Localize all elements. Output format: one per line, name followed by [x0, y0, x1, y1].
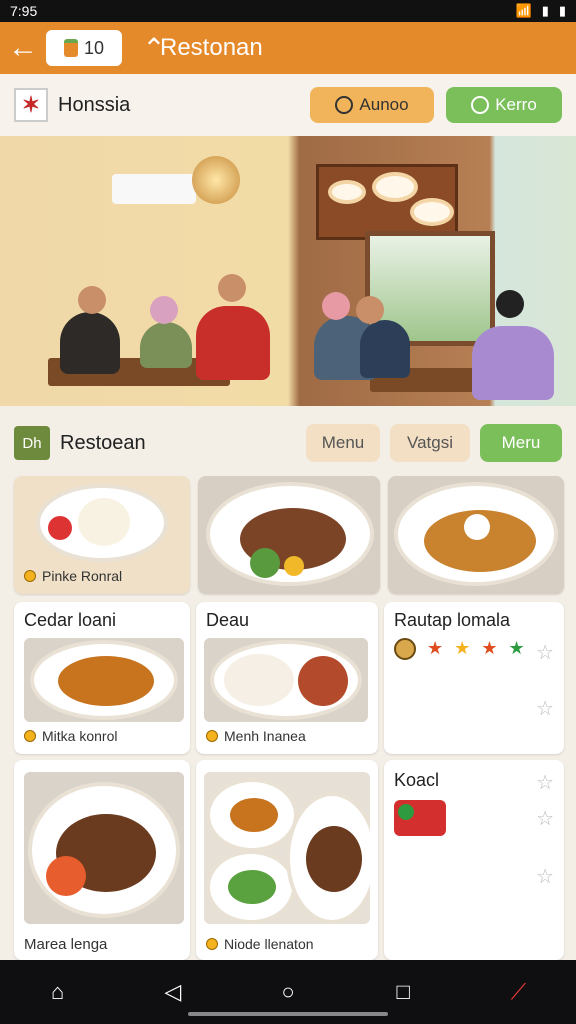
food-card-9-title: Koacl: [394, 770, 440, 790]
diner-2-head: [150, 296, 178, 324]
food-card-7[interactable]: Marea lenga: [14, 760, 190, 960]
home-circle-icon[interactable]: ○: [266, 970, 310, 1014]
system-nav-bar: ⌂ ◁ ○ □ ⟋: [0, 960, 576, 1024]
back-triangle-icon[interactable]: ◁: [151, 970, 195, 1014]
diner-5-head: [356, 296, 384, 324]
chip-kerro-label: Kerro: [495, 95, 537, 114]
restaurant-name: Honssia: [58, 93, 131, 116]
menu-plate-1: [328, 180, 366, 204]
app-bar: ← Restonan 10 ⌃: [0, 22, 576, 74]
diner-1-head: [78, 286, 106, 314]
section-title: Restoean: [60, 431, 146, 454]
food-card-7-image: [24, 772, 184, 924]
food-card-1[interactable]: Pinke Ronral: [14, 476, 190, 594]
wifi-icon: 📶: [515, 3, 532, 18]
home-icon[interactable]: ⌂: [36, 970, 80, 1014]
coin-icon: [206, 730, 218, 742]
chip-aunoo-label: Aunoo: [359, 95, 409, 114]
menu-plate-2: [372, 172, 418, 202]
favorite-star-icon[interactable]: ☆: [536, 770, 554, 795]
coin-icon: [24, 730, 36, 742]
favorite-star-icon[interactable]: ☆: [536, 864, 554, 889]
food-card-5-caption: Menh Inanea: [206, 728, 306, 744]
diner-6-head: [496, 290, 524, 318]
lamp-icon: [192, 156, 240, 204]
back-arrow-icon[interactable]: ←: [0, 22, 46, 74]
recent-apps-icon[interactable]: □: [381, 970, 425, 1014]
beef-plate: [206, 482, 374, 586]
diner-3: [196, 306, 270, 380]
gesture-bar: [188, 1012, 388, 1016]
favorite-star-icon[interactable]: ☆: [536, 640, 554, 665]
cart-count: 10: [83, 37, 105, 58]
diner-6: [472, 326, 554, 400]
hero-image: [0, 136, 576, 406]
star-icon: ★: [427, 638, 444, 658]
food-card-2[interactable]: [198, 476, 380, 594]
air-conditioner-icon: [112, 174, 196, 204]
cart-button[interactable]: 10: [46, 30, 122, 66]
status-icons: 📶 ▮ ▮: [516, 3, 567, 19]
food-card-9[interactable]: Koacl ☆ ☆ ☆: [384, 760, 564, 960]
food-card-5-image: [204, 638, 368, 722]
rating-stars: ★ ★ ★ ★: [394, 638, 531, 661]
pot-icon: [63, 39, 78, 57]
chip-kerro-button[interactable]: Kerro: [446, 87, 562, 123]
medal-icon: [394, 638, 416, 661]
restaurant-header: ✶ Honssia Aunoo Kerro: [0, 74, 576, 136]
food-card-8[interactable]: Niode llenaton: [196, 760, 378, 960]
food-card-8-caption: Niode llenaton: [206, 936, 314, 952]
flag-icon: ✶: [14, 88, 48, 122]
food-grid: Pinke Ronral Cedar loani Mitka konrol De…: [12, 476, 564, 960]
favorite-star-icon[interactable]: ☆: [536, 696, 554, 721]
diner-2: [140, 322, 192, 368]
food-card-4[interactable]: Cedar loani Mitka konrol: [14, 602, 190, 754]
battery-icon: ▮: [558, 3, 566, 18]
food-card-5[interactable]: Deau Menh Inanea: [196, 602, 378, 754]
status-time: 7:95: [10, 3, 38, 19]
star-icon: ★: [508, 638, 525, 658]
star-icon: ★: [481, 638, 498, 658]
diner-1: [60, 312, 120, 374]
chip-aunoo-button[interactable]: Aunoo: [310, 87, 434, 123]
apple-icon: [471, 96, 490, 114]
coin-icon: [206, 938, 218, 950]
app-title: Restonan: [160, 34, 263, 61]
coin-icon: [24, 570, 36, 582]
diner-3-head: [218, 274, 246, 302]
noodle-plate: [394, 482, 558, 586]
food-card-5-title: Deau: [206, 610, 250, 630]
food-card-6[interactable]: Rautap lomala ★ ★ ★ ★ ☆ ☆: [384, 602, 564, 754]
tab-meru[interactable]: Meru: [480, 424, 562, 462]
food-card-3[interactable]: [388, 476, 564, 594]
food-card-7-caption: Marea lenga: [24, 936, 108, 953]
diner-5: [360, 320, 410, 378]
food-card-8-image: [204, 772, 370, 924]
leaf-icon: [335, 96, 354, 114]
app-logo-icon[interactable]: ⟋: [496, 970, 540, 1014]
favorite-star-icon[interactable]: ☆: [536, 806, 554, 831]
food-card-4-image: [24, 638, 184, 722]
diner-4-head: [322, 292, 350, 320]
tab-menu[interactable]: Menu: [306, 424, 380, 462]
restaurant-logo: Dh: [14, 426, 50, 460]
food-card-4-title: Cedar loani: [24, 610, 117, 630]
food-card-1-caption: Pinke Ronral: [24, 568, 122, 584]
section-header: Dh Restoean Menu Vatgsi Meru: [0, 412, 576, 474]
food-card-6-title: Rautap lomala: [394, 610, 511, 630]
star-icon: ★: [454, 638, 471, 658]
status-bar: 7:95 📶 ▮ ▮: [0, 0, 576, 22]
menu-plate-3: [410, 198, 454, 226]
tab-vatgsi[interactable]: Vatgsi: [390, 424, 470, 462]
signal-icon: ▮: [541, 3, 549, 18]
rice-plate: [36, 484, 168, 562]
food-card-4-caption: Mitka konrol: [24, 728, 117, 744]
brand-badge-icon: [394, 800, 446, 836]
